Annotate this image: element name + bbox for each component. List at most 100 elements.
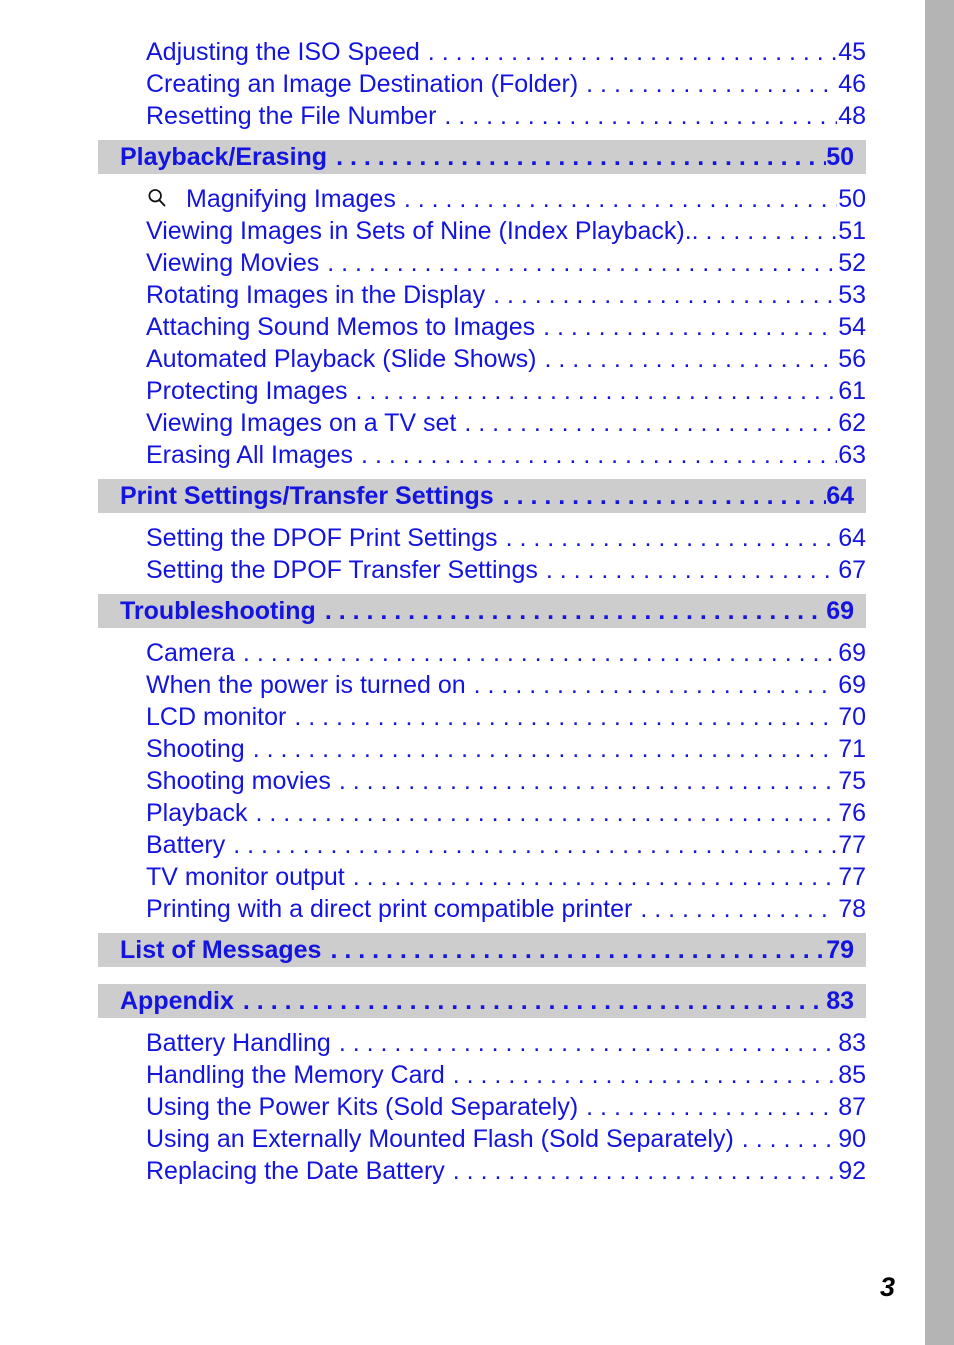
toc-section-header-inner: Playback/Erasing 50 <box>98 143 866 172</box>
toc-entry-page-number: 67 <box>838 556 866 584</box>
toc-entry[interactable]: Viewing Movies 52 <box>146 247 866 279</box>
toc-entry-title: Setting the DPOF Print Settings <box>146 524 498 552</box>
leader-dots <box>339 765 837 797</box>
leader-dots <box>444 100 837 132</box>
toc-entry-page-number: 54 <box>838 313 866 341</box>
toc-entry-title: Replacing the Date Battery <box>146 1157 445 1185</box>
toc-section-header-inner: Troubleshooting 69 <box>98 597 866 626</box>
toc-entry[interactable]: Attaching Sound Memos to Images 54 <box>146 311 866 343</box>
toc-entry-page-number: 77 <box>838 863 866 891</box>
toc-section-title: Print Settings/Transfer Settings <box>120 481 494 510</box>
toc-entry-title: Resetting the File Number <box>146 102 437 130</box>
toc-entry[interactable]: Automated Playback (Slide Shows) 56 <box>146 343 866 375</box>
toc-entry-title: Shooting <box>146 735 245 763</box>
leader-dots <box>640 893 837 925</box>
toc-entry[interactable]: Setting the DPOF Transfer Settings 67 <box>146 554 866 586</box>
leader-dots <box>543 311 837 343</box>
toc-entry-title: Adjusting the ISO Speed <box>146 38 420 66</box>
toc-entry[interactable]: Using an Externally Mounted Flash (Sold … <box>146 1123 866 1155</box>
toc-entry[interactable]: Shooting 71 <box>146 733 866 765</box>
toc-entry[interactable]: Creating an Image Destination (Folder) 46 <box>146 68 866 100</box>
toc-entry-title: Erasing All Images <box>146 441 354 469</box>
toc-entry-page-number: 56 <box>838 345 866 373</box>
leader-dots <box>453 1059 837 1091</box>
leader-dots <box>453 1155 837 1187</box>
toc-entry[interactable]: Viewing Images in Sets of Nine (Index Pl… <box>146 215 866 247</box>
toc-entry[interactable]: Shooting movies 75 <box>146 765 866 797</box>
toc-entry-title: Magnifying Images <box>186 185 396 213</box>
toc-section-header[interactable]: List of Messages 79 <box>98 933 866 967</box>
toc-entry-page-number: 50 <box>838 185 866 213</box>
toc-section-title: Appendix <box>120 986 234 1015</box>
toc-entry-page-number: 69 <box>838 671 866 699</box>
toc-entry[interactable]: Printing with a direct print compatible … <box>146 893 866 925</box>
toc-entry[interactable]: Playback 76 <box>146 797 866 829</box>
toc-entry-title: Printing with a direct print compatible … <box>146 895 633 923</box>
leader-dots <box>544 343 837 375</box>
toc-entry[interactable]: Resetting the File Number 48 <box>146 100 866 132</box>
toc-entry[interactable]: Handling the Memory Card 85 <box>146 1059 866 1091</box>
toc-entry[interactable]: Setting the DPOF Print Settings 64 <box>146 522 866 554</box>
toc-entry[interactable]: TV monitor output 77 <box>146 861 866 893</box>
leader-dots <box>692 215 838 247</box>
toc-entry-page-number: 61 <box>838 377 866 405</box>
toc-entry-title: Attaching Sound Memos to Images <box>146 313 536 341</box>
toc-entry[interactable]: Replacing the Date Battery 92 <box>146 1155 866 1187</box>
toc-entry[interactable]: Erasing All Images 63 <box>146 439 866 471</box>
toc-entry-page-number: 46 <box>838 70 866 98</box>
toc-entry-page-number: 75 <box>838 767 866 795</box>
leader-dots <box>506 522 838 554</box>
toc-entry[interactable]: Battery Handling 83 <box>146 1027 866 1059</box>
toc-entry[interactable]: Adjusting the ISO Speed 45 <box>146 36 866 68</box>
toc-entry-page-number: 64 <box>838 524 866 552</box>
toc-entry[interactable]: Magnifying Images 50 <box>146 183 866 215</box>
table-of-contents: Adjusting the ISO Speed 45Creating an Ima… <box>0 0 925 1345</box>
toc-entry[interactable]: When the power is turned on 69 <box>146 669 866 701</box>
toc-entry-title: Shooting movies <box>146 767 331 795</box>
leader-dots <box>361 439 837 471</box>
toc-entry-title: Camera <box>146 639 235 667</box>
toc-entry-title: Using the Power Kits (Sold Separately) <box>146 1093 579 1121</box>
leader-dots <box>336 143 826 172</box>
leader-dots <box>493 279 837 311</box>
leader-dots <box>253 733 837 765</box>
toc-entry-page-number: 76 <box>838 799 866 827</box>
toc-entry-page-number: 63 <box>838 441 866 469</box>
leader-dots <box>294 701 837 733</box>
toc-section-page-number: 83 <box>826 986 854 1015</box>
toc-entry[interactable]: LCD monitor 70 <box>146 701 866 733</box>
toc-entry[interactable]: Viewing Images on a TV set 62 <box>146 407 866 439</box>
leader-dots <box>233 829 837 861</box>
leader-dots <box>464 407 837 439</box>
toc-section-header[interactable]: Troubleshooting 69 <box>98 594 866 628</box>
toc-entry-title: TV monitor output <box>146 863 345 891</box>
leader-dots <box>404 183 837 215</box>
toc-section-header[interactable]: Playback/Erasing 50 <box>98 140 866 174</box>
toc-entry-title: Battery <box>146 831 226 859</box>
toc-section-title: Playback/Erasing <box>120 142 328 171</box>
toc-section-header-inner: Appendix 83 <box>98 987 866 1016</box>
toc-section-header[interactable]: Print Settings/Transfer Settings 64 <box>98 479 866 513</box>
leader-dots <box>546 554 837 586</box>
toc-entry-page-number: 45 <box>838 38 866 66</box>
toc-entry-page-number: 53 <box>838 281 866 309</box>
toc-entry[interactable]: Rotating Images in the Display 53 <box>146 279 866 311</box>
toc-entry-page-number: 77 <box>838 831 866 859</box>
toc-entry-title: Protecting Images <box>146 377 348 405</box>
toc-section-header[interactable]: Appendix 83 <box>98 984 866 1018</box>
toc-entry-page-number: 69 <box>838 639 866 667</box>
toc-entry[interactable]: Protecting Images 61 <box>146 375 866 407</box>
toc-entry[interactable]: Camera 69 <box>146 637 866 669</box>
toc-body: Adjusting the ISO Speed 45Creating an Ima… <box>0 36 925 1187</box>
toc-section-title: Troubleshooting <box>120 596 316 625</box>
leader-dots <box>353 861 837 893</box>
page-number: 3 <box>879 1272 895 1302</box>
toc-entry[interactable]: Using the Power Kits (Sold Separately) 87 <box>146 1091 866 1123</box>
toc-entry[interactable]: Battery 77 <box>146 829 866 861</box>
toc-entry-title: Viewing Images in Sets of Nine (Index Pl… <box>146 217 692 245</box>
